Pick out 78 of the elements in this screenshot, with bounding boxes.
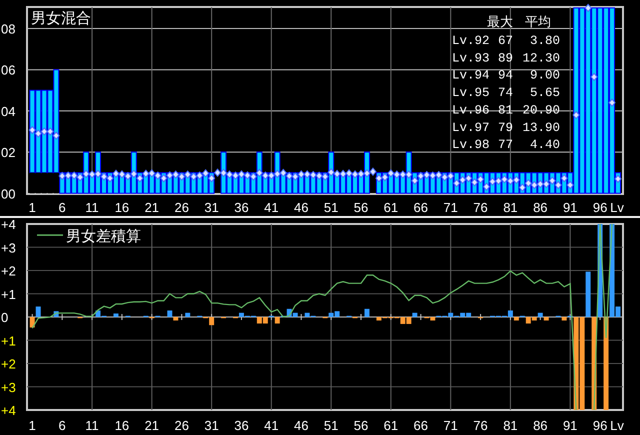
column-header: 平均 xyxy=(525,15,551,30)
axis-tick-label: 21 xyxy=(144,200,160,215)
axis-tick-label: 11 xyxy=(85,418,99,433)
axis-tick-label: +4 xyxy=(1,403,16,418)
axis-tick-label: 56 xyxy=(354,200,368,215)
axis-tick-label: 96 xyxy=(592,200,608,215)
axis-tick-label: 46 xyxy=(294,200,308,215)
chart-title: 男女混合 xyxy=(31,9,91,27)
axis-tick-label: 46 xyxy=(294,418,308,433)
axis-tick-label: +3 xyxy=(1,240,16,256)
axis-tick-label: +2 xyxy=(1,264,16,278)
axis-tick-label: +4 xyxy=(1,218,16,232)
axis-tick-label: +3 xyxy=(1,380,16,395)
table-cell: 74 xyxy=(498,86,513,100)
table-cell: 94 xyxy=(498,68,513,83)
axis-tick-label: 61 xyxy=(384,200,398,215)
axis-tick-label: 0 xyxy=(1,310,8,325)
axis-tick-label: 36 xyxy=(234,200,249,215)
axis-title: Lv xyxy=(610,418,624,433)
table-cell: 67 xyxy=(498,34,513,48)
axis-tick-label: 02 xyxy=(1,145,16,160)
axis-tick-label: 06 xyxy=(1,62,16,78)
axis-tick-label: 51 xyxy=(324,200,338,215)
table-cell: 5.65 xyxy=(530,86,560,100)
axis-tick-label: 81 xyxy=(503,200,518,215)
axis-tick-label: 66 xyxy=(414,418,428,433)
axis-tick-label: 41 xyxy=(264,200,279,215)
axis-tick-label: 6 xyxy=(58,200,66,215)
axis-tick-label: 76 xyxy=(473,200,488,215)
table-cell: 77 xyxy=(498,138,513,152)
axis-tick-label: 08 xyxy=(1,22,16,36)
axis-tick-label: 31 xyxy=(204,418,219,433)
axis-tick-label: 81 xyxy=(503,418,518,433)
table-cell: 13.90 xyxy=(522,120,560,135)
axis-tick-label: 86 xyxy=(533,418,548,433)
table-cell: Lv.97 xyxy=(452,120,490,135)
axis-tick-label: 41 xyxy=(264,418,279,433)
axis-tick-label: 76 xyxy=(473,418,488,433)
axis-tick-label: 04 xyxy=(1,104,16,119)
axis-tick-label: 26 xyxy=(174,200,189,215)
axis-tick-label: 71 xyxy=(443,418,458,433)
axis-tick-label: 6 xyxy=(58,418,66,433)
table-cell: 3.80 xyxy=(530,34,560,48)
table-cell: 89 xyxy=(498,51,513,66)
axis-tick-label: 91 xyxy=(562,418,578,433)
table-cell: 4.40 xyxy=(530,138,560,152)
axis-tick-label: +2 xyxy=(1,356,16,372)
axis-tick-label: 11 xyxy=(85,200,99,215)
axis-tick-label: 91 xyxy=(562,200,578,215)
axis-tick-label: 16 xyxy=(114,200,130,215)
axis-tick-label: 96 xyxy=(592,418,608,433)
table-cell: 79 xyxy=(498,120,513,135)
axis-title: Lv xyxy=(610,200,624,215)
axis-tick-label: 56 xyxy=(354,418,368,433)
axis-tick-label: 61 xyxy=(384,418,398,433)
axis-tick-label: 31 xyxy=(204,200,219,215)
axis-tick-label: +1 xyxy=(1,333,16,348)
table-cell: Lv.98 xyxy=(452,138,490,152)
axis-tick-label: 1 xyxy=(28,418,36,433)
table-cell: 9.00 xyxy=(530,68,560,83)
axis-tick-label: 51 xyxy=(324,418,338,433)
axis-tick-label: 00 xyxy=(1,186,16,202)
axis-tick-label: +1 xyxy=(1,286,16,302)
axis-tick-label: 16 xyxy=(114,418,130,433)
axis-tick-label: 66 xyxy=(414,200,428,215)
table-cell: Lv.93 xyxy=(452,51,490,66)
axis-tick-label: 1 xyxy=(28,200,36,215)
axis-tick-label: 36 xyxy=(234,418,249,433)
axis-tick-label: 26 xyxy=(174,418,189,433)
table-cell: Lv.92 xyxy=(452,34,490,48)
legend-label: 男女差積算 xyxy=(66,227,141,245)
axis-tick-label: 71 xyxy=(443,200,458,215)
table-cell: 12.30 xyxy=(522,51,560,66)
column-header: 最大 xyxy=(487,15,513,30)
table-cell: Lv.94 xyxy=(452,68,490,83)
axis-tick-label: 86 xyxy=(533,200,548,215)
axis-tick-label: 21 xyxy=(144,418,160,433)
table-cell: Lv.95 xyxy=(452,86,490,100)
